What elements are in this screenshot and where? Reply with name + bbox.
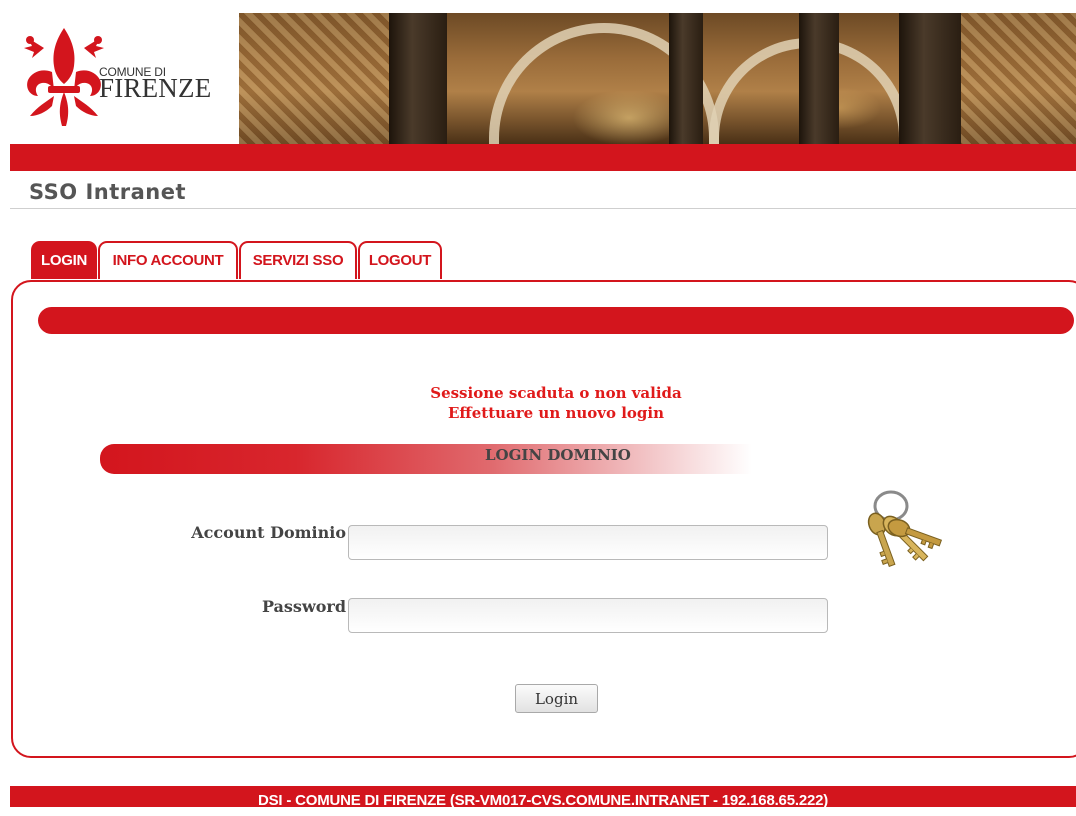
relogin-message: Effettuare un nuovo login (447, 404, 665, 422)
logo-text-firenze: FIRENZE (99, 73, 212, 103)
tab-logout[interactable]: LOGOUT (358, 241, 442, 279)
keys-icon (867, 490, 943, 568)
footer-bar: DSI - COMUNE DI FIRENZE (SR-VM017-CVS.CO… (10, 786, 1076, 809)
password-label: Password (261, 597, 346, 616)
tab-login[interactable]: LOGIN (31, 241, 97, 279)
palazzo-vecchio-photo (239, 13, 1076, 144)
account-label: Account Dominio (191, 523, 346, 542)
comune-logo[interactable]: COMUNE DI FIRENZE (10, 13, 239, 144)
tab-servizi-sso[interactable]: SERVIZI SSO (239, 241, 357, 279)
login-button[interactable]: Login (515, 684, 598, 713)
login-section-title: LOGIN DOMINIO (485, 446, 631, 464)
fleur-de-lis-icon (24, 28, 104, 126)
login-section-bar (100, 444, 752, 474)
session-expired-message: Sessione scaduta o non valida (430, 384, 682, 402)
header-banner: COMUNE DI FIRENZE (10, 13, 1076, 144)
password-input[interactable] (348, 598, 828, 633)
page-title: SSO Intranet (29, 180, 187, 204)
tab-info-account[interactable]: INFO ACCOUNT (98, 241, 238, 279)
header-red-band (10, 144, 1076, 171)
title-divider (10, 208, 1076, 209)
panel-header-bar (38, 307, 1074, 334)
account-input[interactable] (348, 525, 828, 560)
